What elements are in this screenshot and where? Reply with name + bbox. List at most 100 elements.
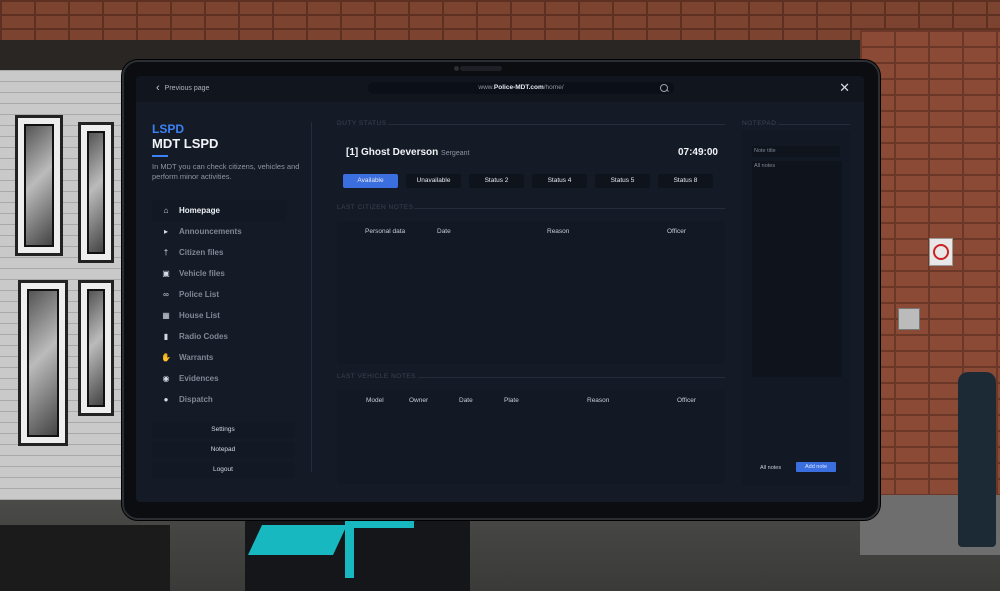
sidebar-item-label: Dispatch <box>179 395 213 404</box>
officer-name-text: [1] Ghost Deverson <box>346 147 439 158</box>
no-smoking-sign <box>929 238 953 266</box>
sidebar-item-label: Evidences <box>179 374 219 383</box>
sidebar-item-police-list[interactable]: ∞ Police List <box>152 284 286 305</box>
wall-frame <box>78 280 114 416</box>
add-note-button[interactable]: Add note <box>796 462 836 472</box>
section-divider <box>418 377 725 378</box>
section-divider <box>778 124 850 125</box>
officer-rank: Sergeant <box>441 150 470 157</box>
sidebar-item-label: Citizen files <box>179 248 224 257</box>
settings-button[interactable]: Settings <box>152 422 294 438</box>
sidebar-item-label: Warrants <box>179 353 214 362</box>
note-title-input[interactable]: Note title <box>752 146 840 157</box>
duty-status-heading: DUTY STATUS <box>337 120 387 127</box>
duty-time: 07:49:00 <box>677 147 718 158</box>
close-icon[interactable]: ✕ <box>839 80 850 96</box>
brand-description: In MDT you can check citizens, vehicles … <box>152 162 300 181</box>
jacket-logo <box>248 525 347 555</box>
floor-mat <box>0 525 170 591</box>
status-button-5[interactable]: Status 5 <box>595 174 650 188</box>
hand-icon: ✋ <box>161 353 171 362</box>
column-header: Plate <box>504 397 519 404</box>
sidebar-item-label: Police List <box>179 290 220 299</box>
sidebar-item-announcements[interactable]: ▸ Announcements <box>152 221 286 242</box>
url-text: www.Police-MDT.com/home/ <box>368 84 674 91</box>
section-divider <box>388 124 725 125</box>
glasses-icon: ∞ <box>163 290 169 299</box>
sidebar-item-house-list[interactable]: ▦ House List <box>152 305 286 326</box>
sidebar-item-label: Radio Codes <box>179 332 228 341</box>
status-button-row: Available Unavailable Status 2 Status 4 … <box>343 174 713 188</box>
tablet-camera <box>454 66 502 71</box>
citizen-notes-table: Personal data Date Reason Officer <box>337 221 725 364</box>
brick-wall-top <box>0 0 1000 40</box>
column-header: Date <box>437 228 451 235</box>
notepad-button[interactable]: Notepad <box>152 442 294 458</box>
url-prefix: www. <box>478 84 494 91</box>
note-body-textarea[interactable]: All notes <box>752 161 842 377</box>
column-header: Officer <box>667 228 687 235</box>
home-icon: ⌂ <box>163 206 169 215</box>
notepad-heading: NOTEPAD <box>742 120 777 127</box>
search-icon[interactable] <box>660 84 668 92</box>
section-divider <box>414 208 725 209</box>
column-header: Date <box>459 397 473 404</box>
wall-frame <box>18 280 68 446</box>
gas-cylinder <box>958 372 996 547</box>
url-bar[interactable]: www.Police-MDT.com/home/ <box>368 82 674 94</box>
person-icon: † <box>163 248 169 257</box>
status-button-2[interactable]: Status 2 <box>469 174 524 188</box>
sidebar-item-dispatch[interactable]: ● Dispatch <box>152 389 286 410</box>
notepad-panel: Note title All notes All notes Add note <box>742 131 850 485</box>
wall-frame <box>15 115 63 256</box>
column-header: Reason <box>547 228 570 235</box>
tablet-device: ‹ Previous page www.Police-MDT.com/home/… <box>122 60 880 520</box>
previous-page-button[interactable]: ‹ Previous page <box>156 82 210 94</box>
wall-outlet <box>898 308 920 330</box>
all-notes-button[interactable]: All notes <box>760 465 781 471</box>
sidebar-item-label: Announcements <box>179 227 242 236</box>
status-button-unavailable[interactable]: Unavailable <box>406 174 461 188</box>
sidebar-nav: ⌂ Homepage ▸ Announcements † Citizen fil… <box>152 200 286 410</box>
status-button-available[interactable]: Available <box>343 174 398 188</box>
url-path: /home/ <box>543 84 564 91</box>
sidebar-item-homepage[interactable]: ⌂ Homepage <box>152 200 286 221</box>
info-icon: ● <box>163 395 169 404</box>
previous-page-label: Previous page <box>164 84 210 92</box>
vehicle-notes-heading: LAST VEHICLE NOTES <box>337 373 416 380</box>
car-icon: ▣ <box>162 269 170 278</box>
browser-bar: ‹ Previous page www.Police-MDT.com/home/… <box>136 76 864 102</box>
brand-org: LSPD <box>152 122 185 136</box>
column-header: Model <box>366 397 384 404</box>
sidebar-divider <box>311 122 312 472</box>
mdt-screen: ‹ Previous page www.Police-MDT.com/home/… <box>136 76 864 502</box>
radio-icon: ▮ <box>163 332 169 341</box>
citizen-notes-heading: LAST CITIZEN NOTES <box>337 204 414 211</box>
sidebar-item-vehicle-files[interactable]: ▣ Vehicle files <box>152 263 286 284</box>
brand-underline <box>152 155 168 157</box>
vehicle-notes-table: Model Owner Date Plate Reason Officer <box>337 390 725 484</box>
wall-frame <box>78 122 114 263</box>
sidebar-item-label: Homepage <box>179 206 220 215</box>
jacket-logo <box>345 519 414 578</box>
column-header: Personal data <box>365 228 406 235</box>
sidebar-item-radio-codes[interactable]: ▮ Radio Codes <box>152 326 286 347</box>
sidebar-item-label: Vehicle files <box>179 269 225 278</box>
sidebar-item-label: House List <box>179 311 220 320</box>
sidebar-item-warrants[interactable]: ✋ Warrants <box>152 347 286 368</box>
column-header: Owner <box>409 397 429 404</box>
chevron-left-icon: ‹ <box>156 82 160 94</box>
url-domain: Police-MDT.com <box>493 84 544 91</box>
logout-button[interactable]: Logout <box>152 462 294 478</box>
sidebar-item-citizen-files[interactable]: † Citizen files <box>152 242 286 263</box>
column-header: Reason <box>587 397 610 404</box>
status-button-4[interactable]: Status 4 <box>532 174 587 188</box>
sidebar-item-evidences[interactable]: ◉ Evidences <box>152 368 286 389</box>
column-header: Officer <box>677 397 697 404</box>
megaphone-icon: ▸ <box>163 227 168 236</box>
brand-title: MDT LSPD <box>152 136 219 151</box>
officer-name: [1] Ghost Deverson Sergeant <box>346 147 469 158</box>
status-button-8[interactable]: Status 8 <box>658 174 713 188</box>
house-icon: ▦ <box>162 311 170 320</box>
camera-icon: ◉ <box>162 374 170 383</box>
